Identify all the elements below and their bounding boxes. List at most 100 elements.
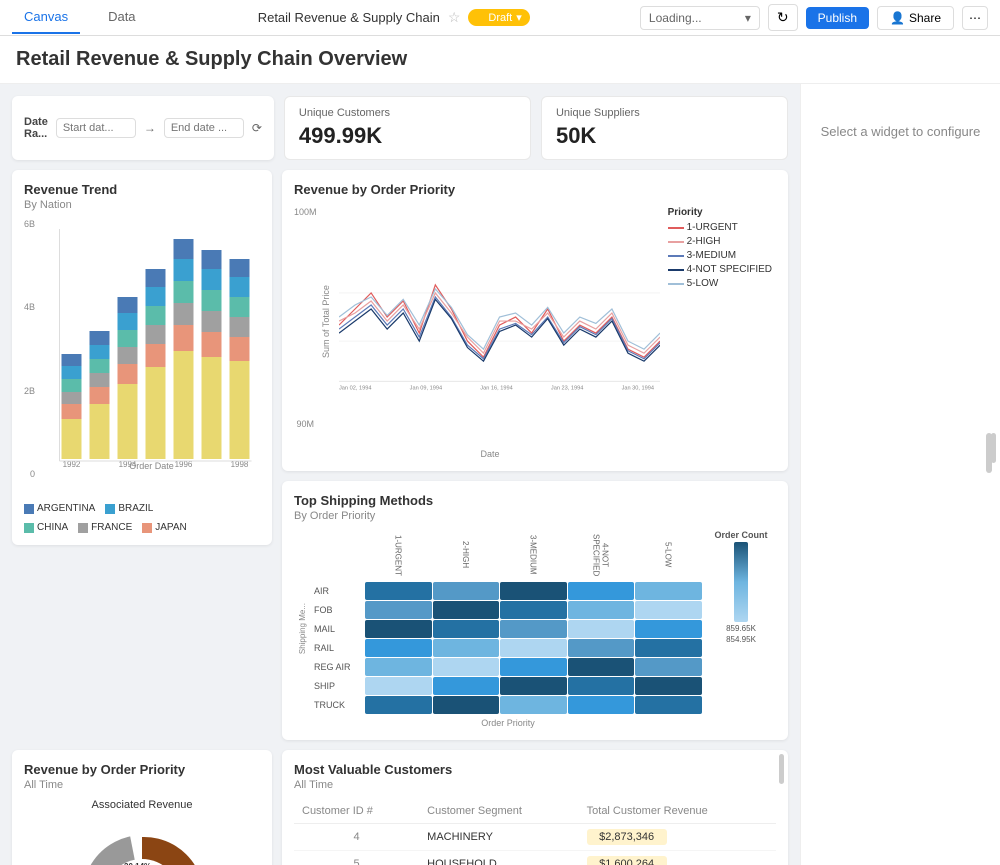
donut-card: Revenue by Order Priority All Time Assoc… (12, 750, 272, 865)
row-fob: FOB (314, 601, 364, 619)
y-tick-4b: 4B (24, 302, 35, 312)
cell-air-urgent (365, 582, 432, 600)
start-date-input[interactable] (56, 118, 136, 138)
customer-id-5: 5 (294, 851, 419, 865)
col-header-low: 5-LOW (634, 530, 702, 580)
cell-regair-notspec (568, 658, 635, 676)
cell-truck-notspec (568, 696, 635, 714)
cell-regair-medium (500, 658, 567, 676)
cell-mail-low (635, 620, 702, 638)
row-ship: SHIP (314, 677, 364, 695)
tab-data[interactable]: Data (96, 1, 147, 34)
cell-ship-medium (500, 677, 567, 695)
table-row: 5 HOUSEHOLD $1,600,264 (294, 851, 776, 865)
cell-air-medium (500, 582, 567, 600)
row-mail: MAIL (314, 620, 364, 638)
col-customer-id: Customer ID # (294, 799, 419, 824)
status-badge[interactable]: Draft ▾ (468, 9, 529, 26)
line-chart: Jan 02, 1994 Jan 09, 1994 Jan 16, 1994 J… (339, 199, 660, 419)
cell-ship-high (433, 677, 500, 695)
page: Retail Revenue & Supply Chain Overview D… (0, 36, 1000, 865)
charts-row: Revenue Trend By Nation 6B 4B 2B 0 (12, 170, 788, 740)
cell-truck-low (635, 696, 702, 714)
col-header-urgent: 1-URGENT (364, 530, 432, 580)
cell-rail-notspec (568, 639, 635, 657)
tab-canvas[interactable]: Canvas (12, 1, 80, 34)
cell-fob-urgent (365, 601, 432, 619)
row-air: AIR (314, 582, 364, 600)
star-icon[interactable]: ☆ (448, 9, 461, 26)
cell-rail-urgent (365, 639, 432, 657)
cell-ship-notspec (568, 677, 635, 695)
cell-mail-high (433, 620, 500, 638)
svg-text:Jan 23, 1994: Jan 23, 1994 (550, 385, 582, 391)
shipping-heatmap-card: Top Shipping Methods By Order Priority S… (282, 481, 788, 740)
col-header-notspec: 4-NOT SPECIFIED (567, 530, 635, 580)
cell-mail-urgent (365, 620, 432, 638)
heatmap-x-label: Order Priority (314, 718, 702, 728)
svg-text:Jan 30, 1994: Jan 30, 1994 (621, 385, 653, 391)
cell-ship-low (635, 677, 702, 695)
bottom-row: Revenue by Order Priority All Time Assoc… (12, 750, 788, 865)
share-icon: 👤 (890, 11, 905, 25)
col-header-high: 2-HIGH (432, 530, 500, 580)
share-button[interactable]: 👤 Share (877, 6, 954, 30)
segment-machinery: MACHINERY (419, 824, 578, 851)
col-segment: Customer Segment (419, 799, 578, 824)
cell-regair-low (635, 658, 702, 676)
y-tick-0: 0 (30, 469, 35, 479)
cell-regair-high (433, 658, 500, 676)
publish-button[interactable]: Publish (806, 7, 869, 29)
top-bar: Canvas Data Retail Revenue & Supply Chai… (0, 0, 1000, 36)
top-bar-center: Retail Revenue & Supply Chain ☆ Draft ▾ (164, 9, 624, 26)
arrow-icon: → (144, 121, 156, 135)
legend-max: 859.65K (726, 624, 756, 633)
cell-truck-urgent (365, 696, 432, 714)
table-row: 4 MACHINERY $2,873,346 (294, 824, 776, 851)
loading-dropdown[interactable]: Loading... ▾ (640, 6, 760, 30)
y-tick-6b: 6B (24, 219, 35, 229)
legend-min: 854.95K (726, 635, 756, 644)
dashboard-title: Retail Revenue & Supply Chain (258, 10, 440, 25)
donut-title: Associated Revenue (24, 799, 260, 811)
segment-household: HOUSEHOLD (419, 851, 578, 865)
page-title: Retail Revenue & Supply Chain Overview (0, 36, 1000, 84)
line-y-axis-label: Sum of Total Price (321, 199, 331, 445)
cell-truck-high (433, 696, 500, 714)
cell-rail-medium (500, 639, 567, 657)
cell-rail-high (433, 639, 500, 657)
filter-kpi-row: Date Ra... → ⟳ Unique Customers 499.99K … (12, 96, 788, 160)
heatmap-y-axis: Shipping Me... (298, 603, 307, 654)
revenue-cell-5: $1,600,264 (579, 851, 776, 865)
cell-air-notspec (568, 582, 635, 600)
line-x-axis-label: Date (321, 449, 660, 459)
cell-air-low (635, 582, 702, 600)
right-panel: Select a widget to configure (800, 84, 1000, 865)
chevron-down-icon: ▾ (745, 11, 751, 25)
order-count-label: Order Count (715, 530, 768, 540)
cell-regair-urgent (365, 658, 432, 676)
svg-text:Jan 16, 1994: Jan 16, 1994 (480, 385, 512, 391)
col-revenue: Total Customer Revenue (579, 799, 776, 824)
svg-text:Jan 02, 1994: Jan 02, 1994 (339, 385, 371, 391)
refresh-button[interactable]: ↻ (768, 4, 798, 31)
bar-chart-legend: ARGENTINA BRAZIL CHINA FRANCE JAPAN (24, 503, 260, 533)
customer-id-4: 4 (294, 824, 419, 851)
row-truck: TRUCK (314, 696, 364, 714)
revenue-cell-4: $2,873,346 (579, 824, 776, 851)
dashboard: Date Ra... → ⟳ Unique Customers 499.99K … (0, 84, 800, 865)
cell-ship-urgent (365, 677, 432, 695)
revenue-priority-card: Revenue by Order Priority 100M 90M Sum o… (282, 170, 788, 471)
customers-table: Customer ID # Customer Segment Total Cus… (294, 799, 776, 865)
end-date-input[interactable] (164, 118, 244, 138)
cell-fob-medium (500, 601, 567, 619)
cell-fob-notspec (568, 601, 635, 619)
chevron-down-icon: ▾ (516, 11, 522, 24)
more-options-button[interactable]: ⋯ (962, 6, 988, 30)
cell-mail-medium (500, 620, 567, 638)
row-regair: REG AIR (314, 658, 364, 676)
donut-chart: 20.14% 19.76% 19.98% 20.03% 20.09% (62, 817, 222, 865)
refresh-filter-icon[interactable]: ⟳ (252, 121, 262, 135)
cell-air-high (433, 582, 500, 600)
revenue-trend-card: Revenue Trend By Nation 6B 4B 2B 0 (12, 170, 272, 545)
